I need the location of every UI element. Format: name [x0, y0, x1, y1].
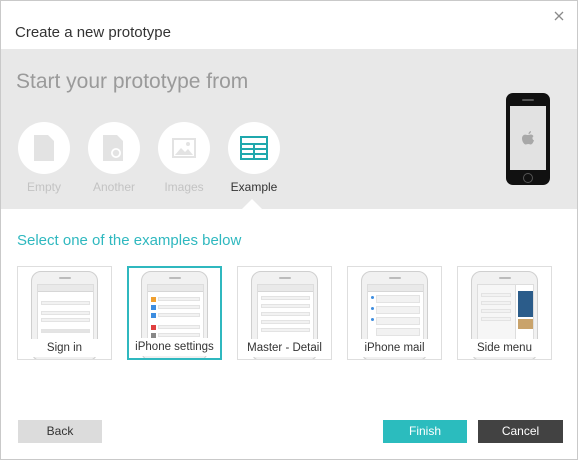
example-label: iPhone settings [129, 338, 220, 356]
source-label: Empty [26, 180, 61, 194]
image-icon [158, 122, 210, 174]
source-label: Images [164, 180, 204, 194]
example-card-iphone-mail[interactable]: iPhone mail [347, 266, 442, 360]
source-images[interactable]: Images [158, 122, 210, 194]
examples-heading: Select one of the examples below [17, 232, 242, 249]
example-thumbnail [361, 271, 428, 359]
finish-button[interactable]: Finish [383, 420, 467, 443]
selection-pointer [242, 199, 262, 209]
example-grid-icon [228, 122, 280, 174]
example-card-side-menu[interactable]: Side menu [457, 266, 552, 360]
banner-heading: Start your prototype from [16, 70, 249, 93]
apple-logo-icon [522, 131, 534, 145]
source-empty[interactable]: Empty [18, 122, 70, 194]
example-thumbnail [31, 271, 98, 359]
example-card-sign-in[interactable]: Sign in [17, 266, 112, 360]
source-another[interactable]: Another [88, 122, 140, 194]
cancel-button[interactable]: Cancel [478, 420, 563, 443]
example-label: Side menu [458, 339, 551, 357]
example-thumbnail [141, 271, 208, 358]
dialog-title: Create a new prototype [15, 24, 171, 41]
source-label: Another [92, 180, 136, 194]
close-icon[interactable] [552, 9, 566, 23]
example-label: iPhone mail [348, 339, 441, 357]
new-prototype-dialog: Create a new prototype Start your protot… [0, 0, 578, 460]
example-label: Master - Detail [238, 339, 331, 357]
example-thumbnail [251, 271, 318, 359]
back-button[interactable]: Back [18, 420, 102, 443]
example-card-master-detail[interactable]: Master - Detail [237, 266, 332, 360]
page-copy-icon [88, 122, 140, 174]
example-card-iphone-settings[interactable]: iPhone settings [127, 266, 222, 360]
example-thumbnail [471, 271, 538, 359]
source-label: Example [230, 180, 278, 194]
iphone-icon [506, 93, 550, 185]
blank-page-icon [18, 122, 70, 174]
source-banner: Start your prototype from Empty Another … [1, 49, 577, 209]
example-label: Sign in [18, 339, 111, 357]
source-example[interactable]: Example [228, 122, 280, 194]
